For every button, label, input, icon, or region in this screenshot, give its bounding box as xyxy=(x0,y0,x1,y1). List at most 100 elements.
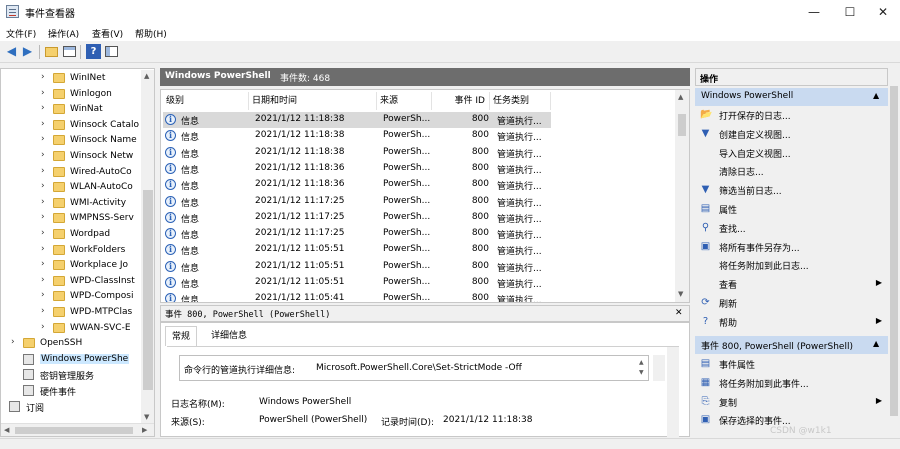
chevron-right-icon[interactable]: › xyxy=(41,72,45,82)
tree-item[interactable]: 硬件事件 xyxy=(1,383,151,398)
tree-vertical-scrollbar[interactable]: ▲ ▼ xyxy=(141,70,154,423)
action-item[interactable]: ▦ 将任务附加到此事件... xyxy=(695,374,888,393)
chevron-right-icon[interactable]: › xyxy=(41,88,45,98)
tree-item[interactable]: › Winsock Netw xyxy=(1,149,151,164)
tab-details[interactable]: 详细信息 xyxy=(205,326,253,346)
navigation-tree[interactable]: › WinINet › Winlogon › WinNat › Winsock Catalo ›… xyxy=(0,68,155,437)
chevron-right-icon[interactable]: › xyxy=(11,337,15,347)
tree-scroll-thumb[interactable] xyxy=(143,190,153,390)
table-row[interactable]: i 信息 2021/1/12 11:18:36 PowerSh... 800 管道执行..… xyxy=(163,177,551,193)
tree-item[interactable]: › WinNat xyxy=(1,102,151,117)
tree-item[interactable]: › WMPNSS-Serv xyxy=(1,211,151,226)
tree-item[interactable]: › WMI-Activity xyxy=(1,196,151,211)
table-row[interactable]: i 信息 2021/1/12 11:05:41 PowerSh... 800 管道执行..… xyxy=(163,291,551,302)
scroll-up-icon[interactable]: ▲ xyxy=(144,72,149,80)
detail-scrollbar[interactable] xyxy=(667,347,679,437)
help-icon[interactable]: ? xyxy=(86,44,101,59)
menu-help[interactable]: 帮助(H) xyxy=(135,27,167,40)
action-item[interactable]: 将任务附加到此日志... xyxy=(695,256,888,275)
tree-hscroll-thumb[interactable] xyxy=(15,427,133,434)
column-header-source[interactable]: 来源 xyxy=(377,92,432,110)
chevron-right-icon[interactable]: › xyxy=(41,244,45,254)
column-header-event-id[interactable]: 事件 ID xyxy=(432,92,490,110)
tab-general[interactable]: 常规 xyxy=(165,326,198,346)
message-scroll-arrows-icon[interactable]: ▲ ▼ xyxy=(639,358,644,378)
back-arrow-icon[interactable]: ◀ xyxy=(4,44,19,59)
tree-item[interactable]: 订阅 xyxy=(1,399,151,414)
action-item[interactable]: ▼ 创建自定义视图... xyxy=(695,125,888,144)
column-header-level[interactable]: 级别 xyxy=(163,92,249,110)
table-row[interactable]: i 信息 2021/1/12 11:18:38 PowerSh... 800 管道执行..… xyxy=(163,145,551,161)
table-row[interactable]: i 信息 2021/1/12 11:17:25 PowerSh... 800 管道执行..… xyxy=(163,226,551,242)
table-row[interactable]: i 信息 2021/1/12 11:18:38 PowerSh... 800 管道执行..… xyxy=(163,128,551,144)
maximize-button[interactable]: ☐ xyxy=(833,0,867,24)
table-row[interactable]: i 信息 2021/1/12 11:05:51 PowerSh... 800 管道执行..… xyxy=(163,259,551,275)
scroll-down-icon[interactable]: ▼ xyxy=(678,290,683,298)
tree-item[interactable]: 密钥管理服务 xyxy=(1,367,151,382)
action-item[interactable]: 查看 ▶ xyxy=(695,275,888,294)
menu-file[interactable]: 文件(F) xyxy=(6,27,36,40)
actions-section-log[interactable]: Windows PowerShell ▲ xyxy=(695,88,888,106)
tree-item[interactable]: › WPD-ClassInst xyxy=(1,274,151,289)
action-item[interactable]: 📂 打开保存的日志... xyxy=(695,106,888,125)
action-item[interactable]: ? 帮助 ▶ xyxy=(695,313,888,332)
tree-item[interactable]: Windows PowerShe xyxy=(1,352,151,367)
grid-view-icon[interactable] xyxy=(62,44,77,59)
panel-icon[interactable] xyxy=(104,44,119,59)
tree-horizontal-scrollbar[interactable]: ◀ ▶ xyxy=(1,423,154,436)
tree-item[interactable]: › Wordpad xyxy=(1,227,151,242)
chevron-right-icon[interactable]: › xyxy=(41,275,45,285)
forward-arrow-icon[interactable]: ▶ xyxy=(20,44,35,59)
tree-item[interactable]: › WorkFolders xyxy=(1,243,151,258)
tree-item[interactable]: › OpenSSH xyxy=(1,336,151,351)
open-folder-icon[interactable] xyxy=(44,44,59,59)
event-message-box[interactable]: 命令行的管道执行详细信息: Microsoft.PowerShell.Core\… xyxy=(179,355,649,381)
tree-item[interactable]: › WWAN-SVC-E xyxy=(1,321,151,336)
actions-section-event[interactable]: 事件 800, PowerShell (PowerShell) ▲ xyxy=(695,336,888,354)
table-row[interactable]: i 信息 2021/1/12 11:18:38 PowerSh... 800 管道执行..… xyxy=(163,112,551,129)
scroll-right-icon[interactable]: ▶ xyxy=(142,426,147,434)
tree-item[interactable]: › WLAN-AutoCo xyxy=(1,180,151,195)
scroll-left-icon[interactable]: ◀ xyxy=(4,426,9,434)
chevron-right-icon[interactable]: › xyxy=(41,290,45,300)
collapse-icon[interactable]: ▲ xyxy=(873,339,879,348)
chevron-right-icon[interactable]: › xyxy=(41,212,45,222)
menu-action[interactable]: 操作(A) xyxy=(48,27,79,40)
minimize-button[interactable]: — xyxy=(797,0,831,24)
tree-item[interactable]: › WinINet xyxy=(1,71,151,86)
tree-item[interactable]: › Winsock Catalo xyxy=(1,118,151,133)
message-scrollbar[interactable] xyxy=(653,355,665,381)
tree-item[interactable]: › WPD-Composi xyxy=(1,289,151,304)
tree-item[interactable]: › Winsock Name xyxy=(1,133,151,148)
chevron-right-icon[interactable]: › xyxy=(41,166,45,176)
action-item[interactable]: ▤ 事件属性 xyxy=(695,355,888,374)
chevron-right-icon[interactable]: › xyxy=(41,150,45,160)
tree-item[interactable]: › Workplace Jo xyxy=(1,258,151,273)
actions-scrollbar[interactable] xyxy=(888,68,900,437)
chevron-right-icon[interactable]: › xyxy=(41,103,45,113)
column-header-task-category[interactable]: 任务类别 xyxy=(490,92,551,110)
action-item[interactable]: 导入自定义视图... xyxy=(695,144,888,163)
close-icon[interactable]: ✕ xyxy=(675,308,683,318)
actions-scroll-thumb[interactable] xyxy=(890,86,898,416)
scroll-down-icon[interactable]: ▼ xyxy=(144,413,149,421)
table-row[interactable]: i 信息 2021/1/12 11:18:36 PowerSh... 800 管道执行..… xyxy=(163,161,551,177)
chevron-right-icon[interactable]: › xyxy=(41,228,45,238)
close-button[interactable]: ✕ xyxy=(866,0,900,24)
scroll-up-icon[interactable]: ▲ xyxy=(678,93,683,101)
table-scroll-thumb[interactable] xyxy=(678,114,686,136)
menu-view[interactable]: 查看(V) xyxy=(92,27,123,40)
chevron-right-icon[interactable]: › xyxy=(41,259,45,269)
chevron-right-icon[interactable]: › xyxy=(41,197,45,207)
tree-item[interactable]: › Winlogon xyxy=(1,87,151,102)
action-item[interactable]: ▼ 筛选当前日志... xyxy=(695,181,888,200)
column-header-datetime[interactable]: 日期和时间 xyxy=(249,92,377,110)
action-item[interactable]: ▤ 属性 xyxy=(695,200,888,219)
collapse-icon[interactable]: ▲ xyxy=(873,91,879,100)
chevron-right-icon[interactable]: › xyxy=(41,181,45,191)
tree-item[interactable]: › Wired-AutoCo xyxy=(1,165,151,180)
table-row[interactable]: i 信息 2021/1/12 11:17:25 PowerSh... 800 管道执行..… xyxy=(163,194,551,210)
table-vertical-scrollbar[interactable]: ▲ ▼ xyxy=(675,90,689,302)
chevron-right-icon[interactable]: › xyxy=(41,134,45,144)
table-row[interactable]: i 信息 2021/1/12 11:17:25 PowerSh... 800 管道执行..… xyxy=(163,210,551,226)
